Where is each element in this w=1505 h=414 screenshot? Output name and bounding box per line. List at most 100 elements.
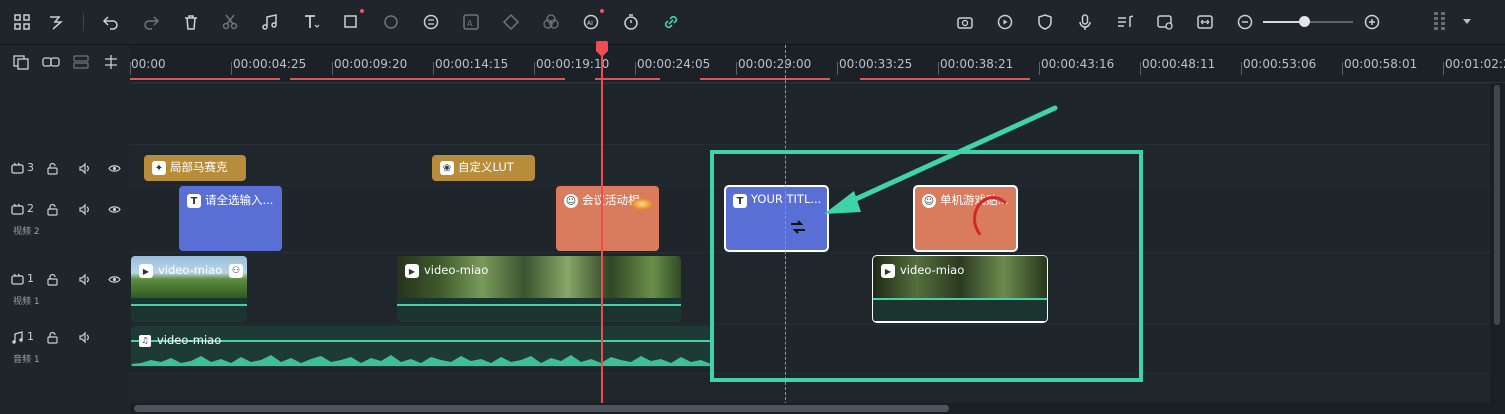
text-icon: T xyxy=(187,194,201,208)
ruler-tick-label: 00:00:58:01 xyxy=(1344,57,1418,71)
speaker-icon[interactable] xyxy=(77,202,91,216)
ai-translate-icon[interactable]: A xyxy=(460,11,482,33)
play-icon: ▶ xyxy=(405,264,419,278)
speaker-icon[interactable] xyxy=(77,161,91,175)
timeline-ruler[interactable]: 00:00 00:00:04:25 00:00:09:20 00:00:14:15 00… xyxy=(130,45,1505,83)
video-clip-b[interactable]: ▶ video-miao xyxy=(397,256,681,322)
mask-icon[interactable] xyxy=(540,11,562,33)
color-match-icon[interactable] xyxy=(380,11,402,33)
playhead-handle[interactable] xyxy=(596,41,608,51)
lock-icon[interactable] xyxy=(45,272,59,286)
audio-icon[interactable] xyxy=(259,11,281,33)
track-number: 2 xyxy=(27,202,34,215)
speaker-icon[interactable] xyxy=(77,272,91,286)
audio-waveform xyxy=(131,298,247,321)
vertical-scrollbar-thumb[interactable] xyxy=(1494,85,1500,325)
delete-icon[interactable] xyxy=(180,11,202,33)
clip-label: video-miao xyxy=(158,263,223,277)
crop-icon[interactable] xyxy=(340,9,364,33)
title-clip[interactable]: T 请全选输入... xyxy=(179,186,282,251)
track-head-audio-1: 1 音频 1 xyxy=(0,323,130,368)
lock-icon[interactable] xyxy=(45,330,59,344)
zoom-in-icon[interactable] xyxy=(1361,11,1383,33)
speaker-icon[interactable] xyxy=(77,330,91,344)
zoom-slider[interactable] xyxy=(1263,16,1353,27)
horizontal-scrollbar[interactable] xyxy=(130,403,1505,414)
layout-menu-icon[interactable] xyxy=(1432,12,1452,32)
track-head-video-1: 1 视频 1 xyxy=(0,265,130,310)
sticker-clip-meeting[interactable]: ☺ 会议活动相... xyxy=(556,186,659,251)
text-icon[interactable] xyxy=(300,11,322,33)
ruler-tick-label: 00:00:38:21 xyxy=(940,57,1014,71)
playhead[interactable] xyxy=(601,45,603,414)
ai-portrait-badge-icon: ⚇ xyxy=(229,264,243,278)
ruler-tick-label: 00:00:24:05 xyxy=(637,57,711,71)
ruler-tick-label: 00:01:02:26 xyxy=(1445,57,1505,71)
track-number: 1 xyxy=(27,272,34,285)
playback-icon[interactable] xyxy=(994,11,1016,33)
ruler-tick-label: 00:00:14:15 xyxy=(435,57,509,71)
video-track-icon xyxy=(10,202,24,216)
eye-icon[interactable] xyxy=(107,202,121,216)
ruler-tick-label: 00:00:48:11 xyxy=(1142,57,1216,71)
microphone-icon[interactable] xyxy=(1074,11,1096,33)
edit-tools-icon[interactable] xyxy=(45,11,67,33)
speed-icon[interactable] xyxy=(420,11,442,33)
camera-plus-icon[interactable] xyxy=(954,11,976,33)
clip-label: video-miao xyxy=(157,333,222,347)
horizontal-scrollbar-thumb[interactable] xyxy=(134,405,949,412)
cut-icon[interactable] xyxy=(219,11,241,33)
timer-icon[interactable] xyxy=(620,11,642,33)
video-clip-a[interactable]: ▶ video-miao ⚇ xyxy=(131,256,247,322)
ruler-tick-label: 00:00:33:25 xyxy=(839,57,913,71)
ruler-tick xyxy=(231,62,232,75)
playhead-handle-tip xyxy=(596,51,608,57)
lock-icon[interactable] xyxy=(45,161,59,175)
clip-label: 请全选输入... xyxy=(205,193,274,207)
track-manager-icon[interactable] xyxy=(72,54,90,70)
eye-icon[interactable] xyxy=(107,272,121,286)
keyframe-icon[interactable] xyxy=(500,11,522,33)
audio-clip[interactable]: ♫ video-miao xyxy=(131,326,711,367)
video-track-icon xyxy=(10,161,24,175)
snap-icon[interactable] xyxy=(102,54,120,70)
ruler-tick xyxy=(332,62,333,75)
vertical-scrollbar[interactable] xyxy=(1490,83,1505,403)
sticker-thumbnail xyxy=(631,198,653,210)
link-clips-icon[interactable] xyxy=(42,54,60,70)
effect-clip-mosaic[interactable]: ✦ 局部马赛克 xyxy=(144,155,246,181)
chevron-down-icon[interactable] xyxy=(1463,19,1471,24)
ruler-range-marker xyxy=(700,78,830,80)
preview-render-icon[interactable] xyxy=(1154,11,1176,33)
link-icon[interactable] xyxy=(660,11,682,33)
video-track-icon xyxy=(10,272,24,286)
add-track-icon[interactable] xyxy=(12,54,30,70)
grid-layout-icon[interactable] xyxy=(11,11,33,33)
music-list-icon[interactable] xyxy=(1114,11,1136,33)
notification-dot xyxy=(360,9,364,13)
effect-icon: ✦ xyxy=(152,161,166,175)
ruler-tick xyxy=(736,62,737,75)
undo-icon[interactable] xyxy=(100,11,122,33)
track-name: 音频 1 xyxy=(13,355,40,365)
eye-icon[interactable] xyxy=(107,161,121,175)
fit-width-icon[interactable] xyxy=(1194,11,1216,33)
clip-label: 局部马赛克 xyxy=(170,160,228,174)
zoom-out-icon[interactable] xyxy=(1234,11,1256,33)
effect-clip-lut[interactable]: ❀ 自定义LUT xyxy=(432,155,535,181)
track-head-video-2: 2 视频 2 xyxy=(0,195,130,240)
ruler-range-marker xyxy=(130,78,280,80)
track-number: 1 xyxy=(27,330,34,343)
lock-icon[interactable] xyxy=(45,202,59,216)
redo-icon[interactable] xyxy=(140,11,162,33)
zoom-slider-handle[interactable] xyxy=(1298,16,1310,27)
track-name: 视频 1 xyxy=(13,297,40,307)
ruler-tick xyxy=(635,62,636,75)
shield-icon[interactable] xyxy=(1034,11,1056,33)
ruler-tick xyxy=(837,62,838,75)
ruler-tick-label: 00:00:43:16 xyxy=(1041,57,1115,71)
ruler-tick-label: 00:00:09:20 xyxy=(334,57,408,71)
ai-portrait-icon[interactable]: AI xyxy=(580,9,604,33)
ruler-tick-label: 00:00:04:25 xyxy=(233,57,307,71)
ruler-tick xyxy=(534,62,535,75)
